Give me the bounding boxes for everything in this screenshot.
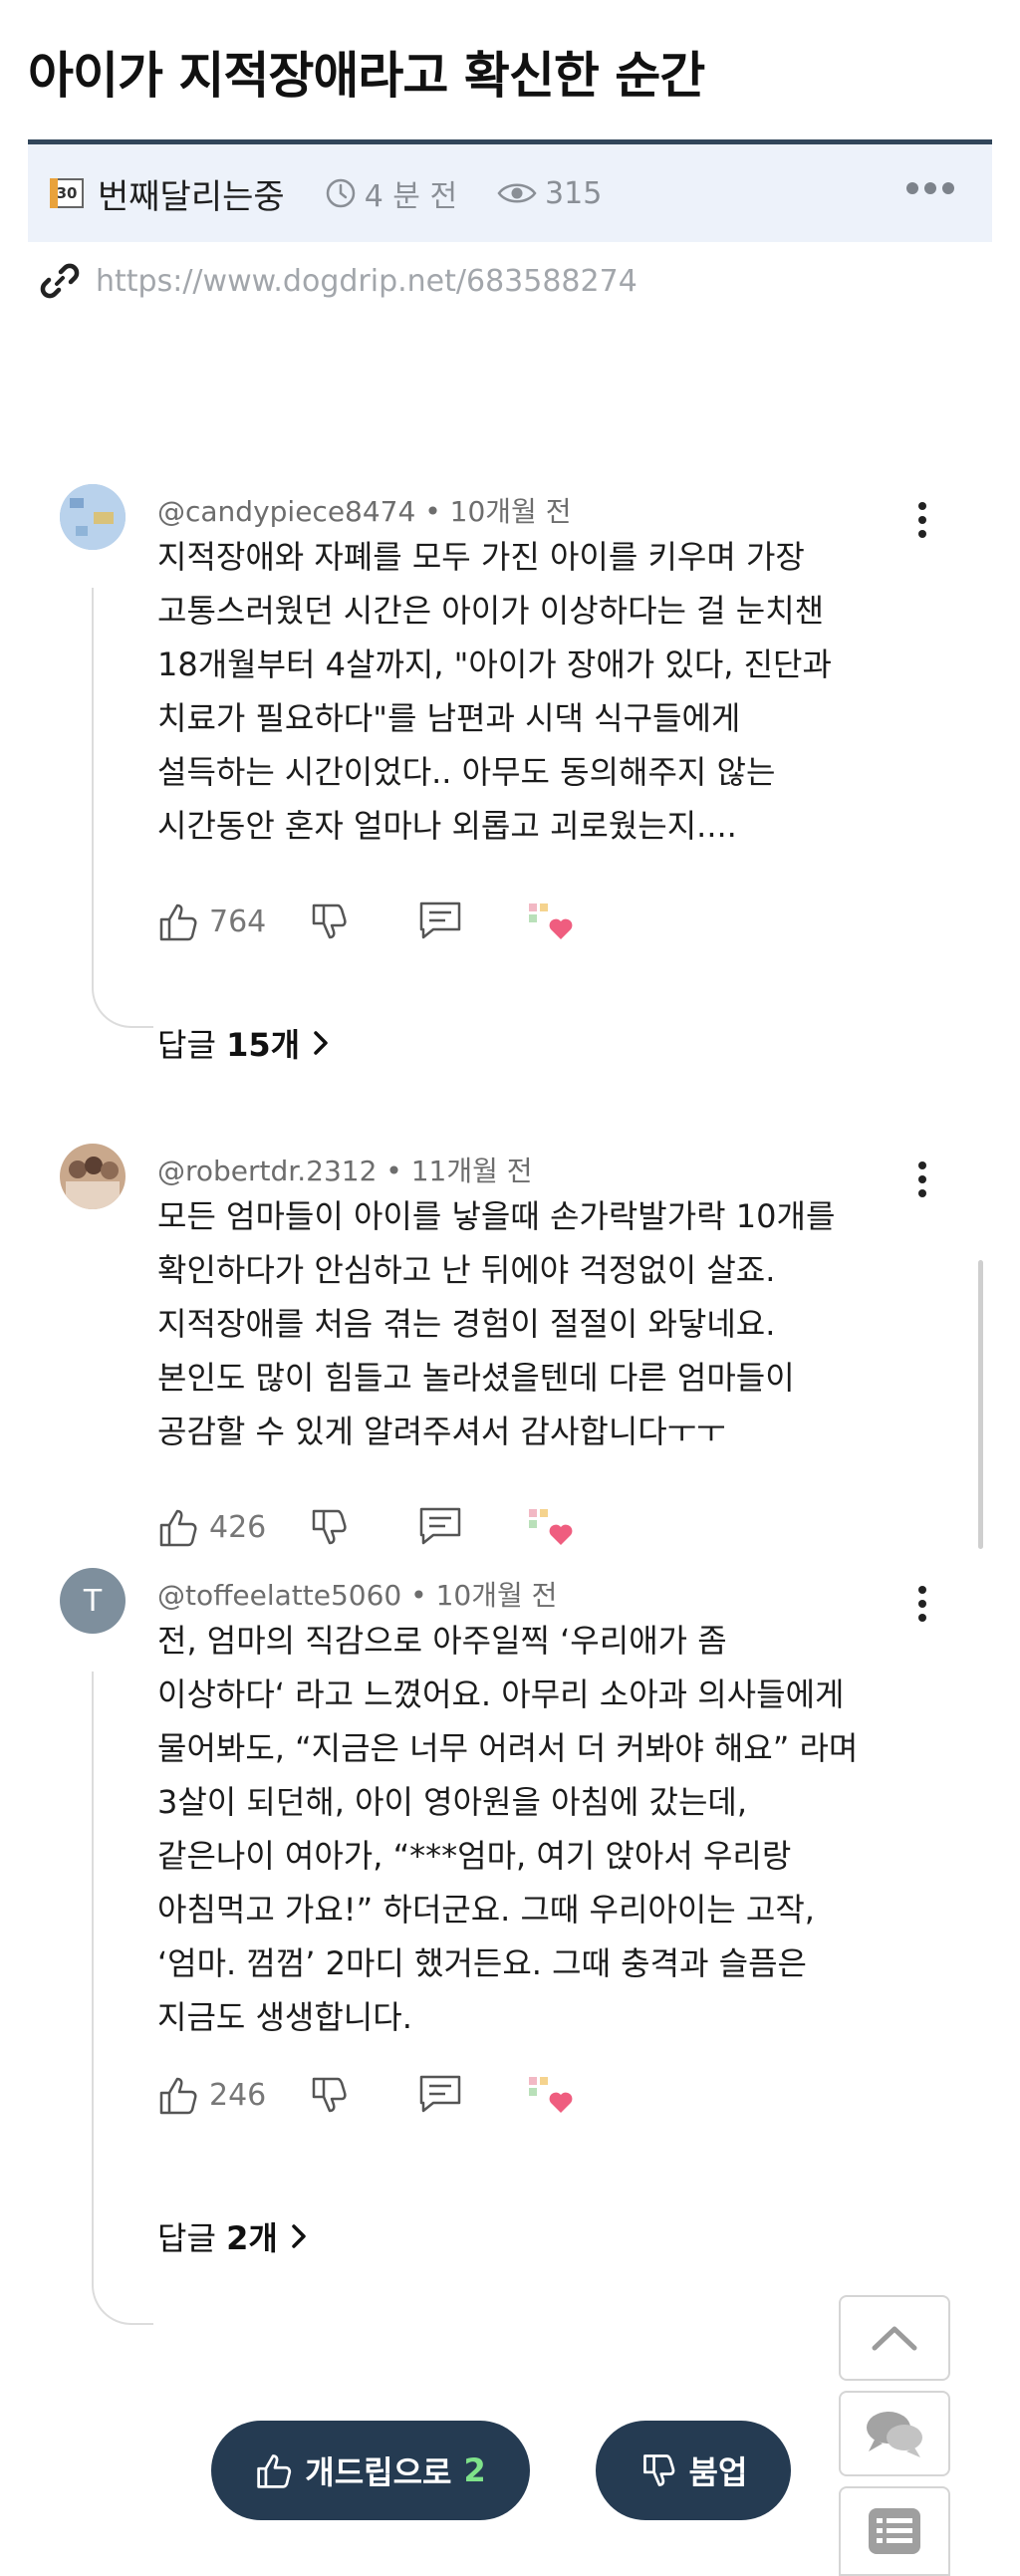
comment-text: 모든 엄마들이 아이를 낳을때 손가락발가락 10개를 확인하다가 안심하고 난… bbox=[157, 1197, 836, 1450]
thread-connector bbox=[92, 588, 153, 1028]
heart-reaction-icon[interactable] bbox=[527, 1505, 577, 1549]
page-title: 아이가 지적장애라고 확신한 순간 bbox=[28, 47, 705, 105]
like-count: 426 bbox=[209, 1509, 267, 1545]
thumbs-down-icon[interactable] bbox=[308, 1505, 352, 1549]
thumbs-up-icon[interactable] bbox=[157, 900, 201, 943]
comment-header: @toffeelatte5060 • 10개월 전 bbox=[157, 1579, 558, 1612]
thumbs-up-icon[interactable] bbox=[157, 2073, 201, 2117]
avatar[interactable] bbox=[60, 484, 126, 550]
comment-handle[interactable]: @robertdr.2312 bbox=[157, 1155, 377, 1187]
comment-time: 10개월 전 bbox=[435, 1579, 558, 1612]
comment-time: 10개월 전 bbox=[449, 495, 572, 528]
chevron-right-icon bbox=[292, 2224, 306, 2248]
comment-menu-icon[interactable] bbox=[918, 1586, 926, 1622]
heart-reaction-icon[interactable] bbox=[527, 900, 577, 943]
view-count: 315 bbox=[545, 175, 603, 211]
heart-reaction-icon[interactable] bbox=[527, 2073, 577, 2117]
comment-text: 전, 엄마의 직감으로 아주일찍 ‘우리애가 좀 이상하다‘ 라고 느꼈어요. … bbox=[157, 1622, 859, 2036]
post-url[interactable]: https://www.dogdrip.net/683588274 bbox=[96, 264, 638, 299]
author-name[interactable]: 번째달리는중 bbox=[98, 169, 285, 218]
level-badge: 30 bbox=[50, 178, 84, 208]
comment-text: 지적장애와 자폐를 모두 가진 아이를 키우며 가장 고통스러웠던 시간은 아이… bbox=[157, 538, 832, 845]
chevron-right-icon bbox=[314, 1031, 328, 1055]
list-button[interactable] bbox=[839, 2486, 950, 2576]
reply-label: 답글 bbox=[157, 1026, 216, 1064]
scroll-top-button[interactable] bbox=[839, 2295, 950, 2381]
post-views: 315 bbox=[497, 176, 602, 211]
comment-actions: 426 bbox=[157, 1502, 577, 1552]
chevron-up-icon bbox=[872, 2326, 917, 2351]
like-count: 246 bbox=[209, 2077, 267, 2113]
comments-button[interactable] bbox=[839, 2391, 950, 2476]
downvote-button[interactable]: 붐업 bbox=[596, 2421, 791, 2520]
post-link[interactable]: https://www.dogdrip.net/683588274 bbox=[40, 261, 638, 301]
comment-header: @candypiece8474 • 10개월 전 bbox=[157, 495, 572, 528]
upvote-button[interactable]: 개드립으로 2 bbox=[211, 2421, 530, 2520]
post-meta-bar: 30 번째달리는중 4 분 전 315 bbox=[28, 144, 992, 242]
post-time: 4 분 전 bbox=[325, 171, 457, 215]
list-icon bbox=[869, 2508, 920, 2554]
thumbs-up-icon bbox=[257, 2454, 292, 2488]
replies-toggle[interactable]: 답글 15개 bbox=[157, 1020, 330, 1066]
comment-time: 11개월 전 bbox=[410, 1155, 533, 1187]
reply-bubble-icon[interactable] bbox=[417, 1505, 463, 1549]
more-options-icon[interactable] bbox=[906, 182, 954, 194]
comment-actions: 764 bbox=[157, 897, 577, 946]
link-icon bbox=[40, 263, 80, 299]
clock-icon bbox=[326, 178, 355, 208]
comment-handle[interactable]: @candypiece8474 bbox=[157, 495, 415, 528]
downvote-label: 붐업 bbox=[688, 2453, 748, 2491]
thumbs-down-icon[interactable] bbox=[308, 900, 352, 943]
thumbs-up-icon[interactable] bbox=[157, 1505, 201, 1549]
comment-actions: 246 bbox=[157, 2070, 577, 2120]
comment-menu-icon[interactable] bbox=[918, 1161, 926, 1197]
eye-icon bbox=[497, 183, 537, 203]
comment-handle[interactable]: @toffeelatte5060 bbox=[157, 1579, 401, 1612]
post-time-text: 4 분 전 bbox=[364, 179, 458, 214]
avatar-letter: T bbox=[83, 1583, 103, 1619]
thumbs-down-icon bbox=[642, 2454, 674, 2486]
comment-menu-icon[interactable] bbox=[918, 502, 926, 538]
reply-bubble-icon[interactable] bbox=[417, 2073, 463, 2117]
reply-bubble-icon[interactable] bbox=[417, 900, 463, 943]
upvote-count: 2 bbox=[463, 2451, 486, 2489]
reply-label: 답글 bbox=[157, 2219, 216, 2257]
like-count: 764 bbox=[209, 903, 267, 939]
thumbs-down-icon[interactable] bbox=[308, 2073, 352, 2117]
thread-connector bbox=[92, 1672, 153, 2325]
scrollbar[interactable] bbox=[978, 1260, 983, 1549]
replies-toggle[interactable]: 답글 2개 bbox=[157, 2213, 308, 2259]
avatar[interactable]: T bbox=[60, 1568, 126, 1634]
comment-header: @robertdr.2312 • 11개월 전 bbox=[157, 1155, 533, 1187]
chat-bubbles-icon bbox=[867, 2412, 922, 2457]
upvote-label: 개드립으로 bbox=[305, 2453, 452, 2491]
avatar[interactable] bbox=[60, 1144, 126, 1209]
reply-count: 2개 bbox=[226, 2219, 278, 2257]
reply-count: 15개 bbox=[226, 1026, 301, 1064]
